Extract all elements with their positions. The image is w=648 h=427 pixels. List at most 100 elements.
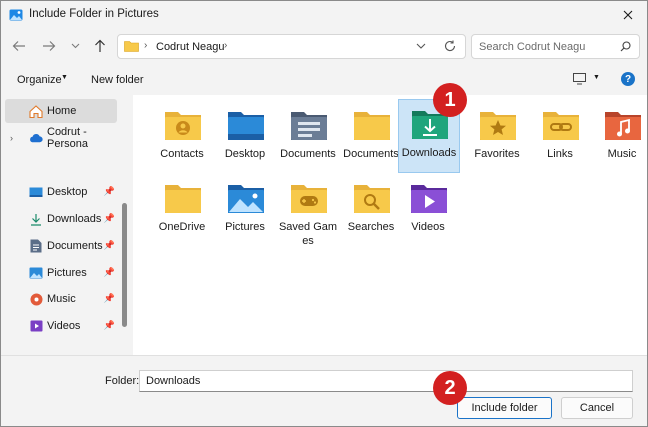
sidebar-item-pictures[interactable]: Pictures 📌 bbox=[5, 261, 117, 285]
arrow-right-icon bbox=[43, 41, 56, 51]
pictures-icon bbox=[29, 266, 43, 280]
sidebar-item-onedrive[interactable]: Codrut - Persona bbox=[5, 126, 117, 150]
sidebar-item-label: Home bbox=[47, 105, 77, 117]
pin-icon[interactable]: 📌 bbox=[104, 186, 115, 197]
folder-input[interactable]: Downloads bbox=[139, 370, 633, 392]
folder-desktop[interactable]: Desktop bbox=[215, 101, 277, 175]
music-icon bbox=[29, 292, 43, 306]
folder-saved-games[interactable]: Saved Games bbox=[278, 174, 340, 248]
caret-down-icon[interactable]: ▼ bbox=[593, 74, 600, 81]
up-button[interactable] bbox=[90, 35, 110, 57]
address-bar[interactable]: › Codrut Neagu › bbox=[117, 34, 466, 59]
saved-games-folder-icon bbox=[291, 185, 327, 213]
sidebar-item-home[interactable]: Home bbox=[5, 99, 117, 123]
sidebar-item-desktop[interactable]: Desktop 📌 bbox=[5, 180, 117, 204]
search-box[interactable]: Search Codrut Neagu bbox=[471, 34, 640, 59]
sidebar-item-label: Desktop bbox=[47, 186, 88, 198]
arrow-up-icon bbox=[95, 39, 105, 52]
folder-field-label: Folder: bbox=[105, 375, 140, 387]
folder-label: Links bbox=[547, 148, 573, 160]
sidebar-item-label: Videos bbox=[47, 320, 81, 332]
breadcrumb-separator[interactable]: › bbox=[224, 40, 227, 51]
refresh-icon[interactable] bbox=[444, 40, 456, 52]
sidebar-item-music[interactable]: Music 📌 bbox=[5, 287, 117, 311]
folder-label: Videos bbox=[411, 221, 445, 233]
sidebar-item-label: Pictures bbox=[47, 267, 87, 279]
favorites-folder-icon bbox=[480, 112, 516, 140]
searches-folder-icon bbox=[354, 185, 390, 213]
annotation-badge-1: 1 bbox=[433, 83, 467, 117]
command-bar: Organize ▼ New folder ▼ ? bbox=[1, 65, 647, 95]
folder-label: Saved Games bbox=[278, 221, 338, 247]
pictures-folder-icon bbox=[228, 185, 264, 213]
search-icon bbox=[620, 41, 631, 52]
folder-icon bbox=[124, 41, 139, 52]
onedrive-folder-icon bbox=[165, 185, 201, 213]
folder-pictures[interactable]: Pictures bbox=[215, 174, 277, 248]
folder-music[interactable]: Music bbox=[592, 101, 647, 175]
forward-button[interactable] bbox=[39, 35, 59, 57]
folder-label: Documents bbox=[343, 148, 399, 160]
breadcrumb-separator[interactable]: › bbox=[144, 40, 147, 51]
recent-locations-button[interactable] bbox=[65, 35, 85, 57]
cloud-icon bbox=[29, 131, 43, 145]
title-bar: Include Folder in Pictures bbox=[1, 1, 647, 29]
folder-onedrive[interactable]: OneDrive bbox=[152, 174, 214, 248]
caret-down-icon[interactable]: ▼ bbox=[61, 74, 68, 81]
folder-label: Pictures bbox=[225, 221, 265, 233]
chevron-down-icon[interactable] bbox=[416, 41, 426, 51]
folder-contacts[interactable]: Contacts bbox=[152, 101, 214, 175]
view-options-icon[interactable] bbox=[573, 73, 586, 85]
navigation-bar: › Codrut Neagu › Search Codrut Neagu bbox=[1, 29, 647, 65]
annotation-badge-2: 2 bbox=[433, 371, 467, 405]
sidebar-item-label: Codrut - Persona bbox=[47, 126, 88, 150]
folder-label: Contacts bbox=[160, 148, 204, 160]
folder-searches[interactable]: Searches bbox=[341, 174, 403, 248]
search-input[interactable]: Search Codrut Neagu bbox=[479, 41, 585, 53]
help-button[interactable]: ? bbox=[621, 72, 635, 86]
close-icon bbox=[623, 10, 633, 20]
folder-links[interactable]: Links bbox=[530, 101, 592, 175]
sidebar-item-documents[interactable]: Documents 📌 bbox=[5, 234, 117, 258]
breadcrumb-codrut-neagu[interactable]: Codrut Neagu bbox=[156, 41, 225, 53]
videos-folder-icon bbox=[411, 185, 447, 213]
videos-icon bbox=[29, 319, 43, 333]
organize-button[interactable]: Organize bbox=[17, 74, 62, 86]
dialog-footer: Folder: Downloads Include folder Cancel bbox=[1, 355, 647, 426]
folder-view: Contacts Desktop Documents Documents Dow… bbox=[133, 95, 647, 355]
folder-label: Desktop bbox=[224, 148, 266, 160]
folder-label: OneDrive bbox=[158, 221, 206, 233]
new-folder-button[interactable]: New folder bbox=[91, 74, 144, 86]
sidebar-item-label: Documents bbox=[47, 240, 103, 252]
folder-label: Favorites bbox=[474, 148, 520, 160]
pictures-app-icon bbox=[9, 9, 23, 21]
pin-icon[interactable]: 📌 bbox=[104, 240, 115, 251]
home-icon bbox=[29, 104, 43, 118]
desktop-icon bbox=[29, 185, 43, 199]
folder-documents[interactable]: Documents bbox=[278, 101, 340, 175]
pin-icon[interactable]: 📌 bbox=[104, 320, 115, 331]
documents-folder-icon bbox=[291, 112, 327, 140]
folder-favorites[interactable]: Favorites bbox=[467, 101, 529, 175]
contacts-folder-icon bbox=[165, 112, 201, 140]
music-folder-icon bbox=[605, 112, 641, 140]
pin-icon[interactable]: 📌 bbox=[104, 213, 115, 224]
folder-videos[interactable]: Videos bbox=[398, 174, 460, 248]
folder-documents-plain[interactable]: Documents bbox=[341, 101, 403, 175]
close-button[interactable] bbox=[613, 3, 643, 27]
download-icon bbox=[29, 212, 43, 226]
chevron-down-icon bbox=[71, 43, 79, 49]
include-folder-button[interactable]: Include folder bbox=[457, 397, 552, 419]
pin-icon[interactable]: 📌 bbox=[104, 293, 115, 304]
window-title: Include Folder in Pictures bbox=[29, 8, 159, 20]
folder-label: Searches bbox=[347, 221, 395, 233]
back-button[interactable] bbox=[9, 35, 29, 57]
folder-label: Music bbox=[607, 148, 637, 160]
pin-icon[interactable]: 📌 bbox=[104, 267, 115, 278]
sidebar-item-videos[interactable]: Videos 📌 bbox=[5, 314, 117, 338]
sidebar-scrollbar[interactable] bbox=[122, 203, 127, 327]
navigation-pane: Home › Codrut - Persona Desktop 📌 Downlo… bbox=[1, 95, 131, 355]
sidebar-item-downloads[interactable]: Downloads 📌 bbox=[5, 207, 117, 231]
cancel-button[interactable]: Cancel bbox=[561, 397, 633, 419]
sidebar-item-label: Music bbox=[47, 293, 76, 305]
